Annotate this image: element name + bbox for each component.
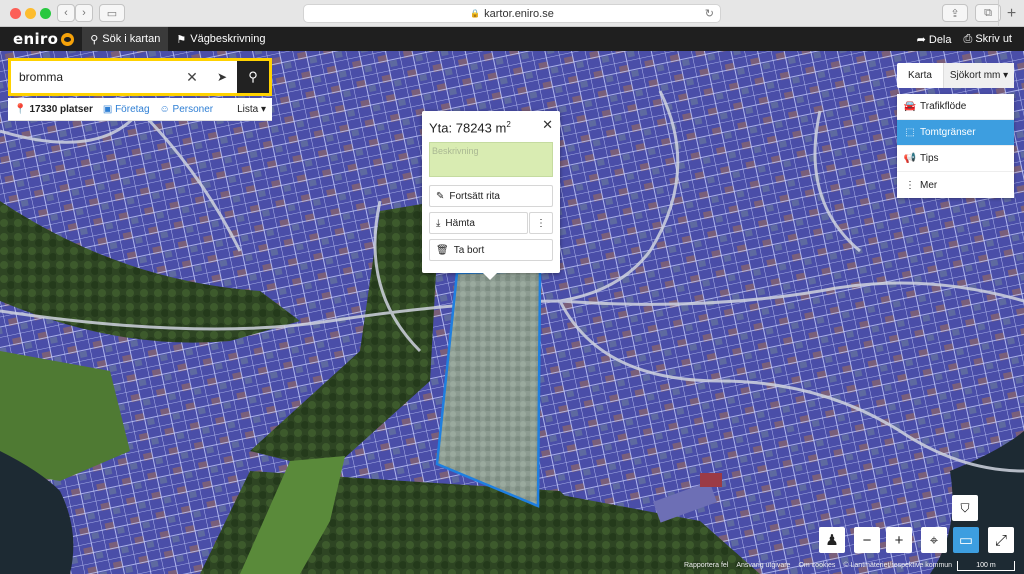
filter-companies[interactable]: ▣ Företag: [103, 104, 150, 115]
print-icon: ⎙: [963, 32, 973, 45]
caret-down-icon: ▾: [1003, 70, 1009, 81]
chevron-right-icon: ›: [82, 7, 86, 19]
minus-icon: −: [862, 531, 872, 549]
close-window-button[interactable]: [10, 8, 21, 19]
description-field[interactable]: Beskrivning: [429, 142, 553, 177]
plus-icon: +: [1006, 4, 1017, 22]
reload-icon[interactable]: ↻: [705, 7, 714, 20]
delete-button[interactable]: 🗑 Ta bort: [429, 239, 553, 261]
boundary-icon: ⬚: [905, 127, 915, 138]
more-icon: ⋮: [905, 179, 915, 191]
forward-button[interactable]: ›: [75, 4, 93, 22]
chevron-down-icon: ▾: [260, 103, 266, 115]
search-icon: ⚲: [90, 33, 99, 46]
url-text: kartor.eniro.se: [484, 7, 554, 20]
search-icon: ⚲: [248, 69, 258, 84]
pencil-icon: ✎: [436, 190, 445, 202]
sidebar-icon: ▭: [106, 7, 118, 20]
download-icon: ⤓: [436, 217, 441, 229]
report-error-link[interactable]: Rapportera fel: [684, 562, 728, 569]
layer-mer[interactable]: ⋮ Mer: [897, 172, 1014, 198]
map-type-karta[interactable]: Karta: [897, 63, 943, 88]
fullscreen-button[interactable]: ⤢: [988, 527, 1014, 553]
trash-icon: 🗑: [436, 244, 449, 256]
street-view-button[interactable]: ♟: [819, 527, 845, 553]
map-pin-icon: 📍: [14, 103, 27, 115]
area-measure-popup: Yta: 78243 m2 ✕ Beskrivning ✎ Fortsätt ri…: [422, 111, 560, 280]
download-button[interactable]: ⤓ Hämta: [429, 212, 528, 234]
my-location-button[interactable]: ➤: [207, 70, 237, 84]
megaphone-icon: 📢: [903, 153, 917, 164]
cookies-link[interactable]: Om cookies: [798, 562, 835, 569]
crosshair-icon: ⌖: [929, 531, 939, 549]
sidebar-toggle-button[interactable]: ▭: [99, 4, 125, 22]
attribution-bar: Rapportera fel Ansvarig utgivare Om cook…: [684, 562, 952, 569]
search-button[interactable]: ⚲: [237, 61, 269, 93]
more-icon: ⋮: [536, 217, 546, 229]
filter-persons[interactable]: ☺ Personer: [160, 104, 214, 115]
search-box: bromma ✕ ➤ ⚲: [8, 58, 272, 96]
list-toggle[interactable]: Lista ▾: [237, 104, 266, 115]
layer-tomtgranser[interactable]: ⬚ Tomtgränser: [897, 120, 1014, 146]
lock-icon: 🔒: [470, 9, 481, 18]
location-arrow-icon: ➤: [216, 70, 228, 84]
copyright-text: © Lantmäteriet/respektive kommun: [843, 562, 953, 569]
tab-directions[interactable]: ⚑ Vägbeskrivning: [168, 27, 273, 51]
result-count: 17330 platser: [29, 103, 93, 115]
expand-icon: ⤢: [994, 531, 1007, 549]
signpost-icon: ⚑: [176, 33, 187, 46]
zoom-window-button[interactable]: [40, 8, 51, 19]
locate-me-button[interactable]: ⌖: [921, 527, 947, 553]
pin-drop-button[interactable]: ⛉: [952, 495, 978, 521]
share-icon: ➦: [916, 33, 926, 46]
back-button[interactable]: ‹: [57, 4, 75, 22]
site-header: eniro ⚲ Sök i kartan ⚑ Vägbeskrivning ➦ D…: [0, 27, 1024, 51]
map-type-switcher: Karta Sjökort mm ▾: [897, 63, 1014, 88]
person-icon: ♟: [825, 532, 839, 549]
ruler-icon: ▭: [958, 532, 974, 549]
measure-tool-button[interactable]: ▭: [953, 527, 979, 553]
layer-tips[interactable]: 📢 Tips: [897, 146, 1014, 172]
share-icon: ⇪: [950, 7, 960, 20]
zoom-in-button[interactable]: +: [886, 527, 912, 553]
address-bar[interactable]: 🔒 kartor.eniro.se ↻: [303, 4, 721, 23]
search-result-bar: 📍 17330 platser ▣ Företag ☺ Personer Lis…: [8, 98, 272, 121]
car-icon: 🚘: [903, 101, 917, 112]
briefcase-icon: ▣: [102, 103, 116, 115]
area-title: Yta: 78243 m2: [429, 120, 511, 136]
minimize-window-button[interactable]: [25, 8, 36, 19]
eniro-logo[interactable]: eniro: [0, 30, 82, 48]
close-icon: ✕: [542, 117, 553, 132]
share-link[interactable]: ➦ Dela: [917, 33, 952, 46]
plus-icon: +: [894, 531, 904, 549]
more-options-button[interactable]: ⋮: [529, 212, 553, 234]
layer-menu: 🚘 Trafikflöde ⬚ Tomtgränser 📢 Tips ⋮ Mer: [897, 94, 1014, 198]
close-icon: ✕: [186, 68, 198, 85]
publisher-link[interactable]: Ansvarig utgivare: [736, 562, 790, 569]
people-icon: ☺: [159, 103, 173, 115]
close-popup-button[interactable]: ✕: [542, 117, 553, 133]
continue-drawing-button[interactable]: ✎ Fortsätt rita: [429, 185, 553, 207]
share-browser-button[interactable]: ⇪: [942, 4, 968, 22]
browser-toolbar: ‹ › ▭ 🔒 kartor.eniro.se ↻ ⇪ ⧉ +: [0, 0, 1024, 27]
zoom-out-button[interactable]: −: [854, 527, 880, 553]
tab-search-map[interactable]: ⚲ Sök i kartan: [82, 27, 169, 51]
bookmark-icon: ⛉: [960, 500, 970, 515]
print-link[interactable]: ⎙ Skriv ut: [964, 33, 1013, 46]
search-input[interactable]: bromma: [11, 70, 177, 84]
chevron-left-icon: ‹: [64, 7, 68, 19]
scale-bar: 100 m: [957, 561, 1015, 571]
layer-trafikflode[interactable]: 🚘 Trafikflöde: [897, 94, 1014, 120]
tabs-icon: ⧉: [984, 6, 992, 19]
map-type-sjokort[interactable]: Sjökort mm ▾: [943, 63, 1014, 88]
clear-search-button[interactable]: ✕: [177, 69, 207, 86]
logo-mark-icon: [61, 32, 75, 46]
new-tab-button[interactable]: +: [998, 0, 1024, 27]
